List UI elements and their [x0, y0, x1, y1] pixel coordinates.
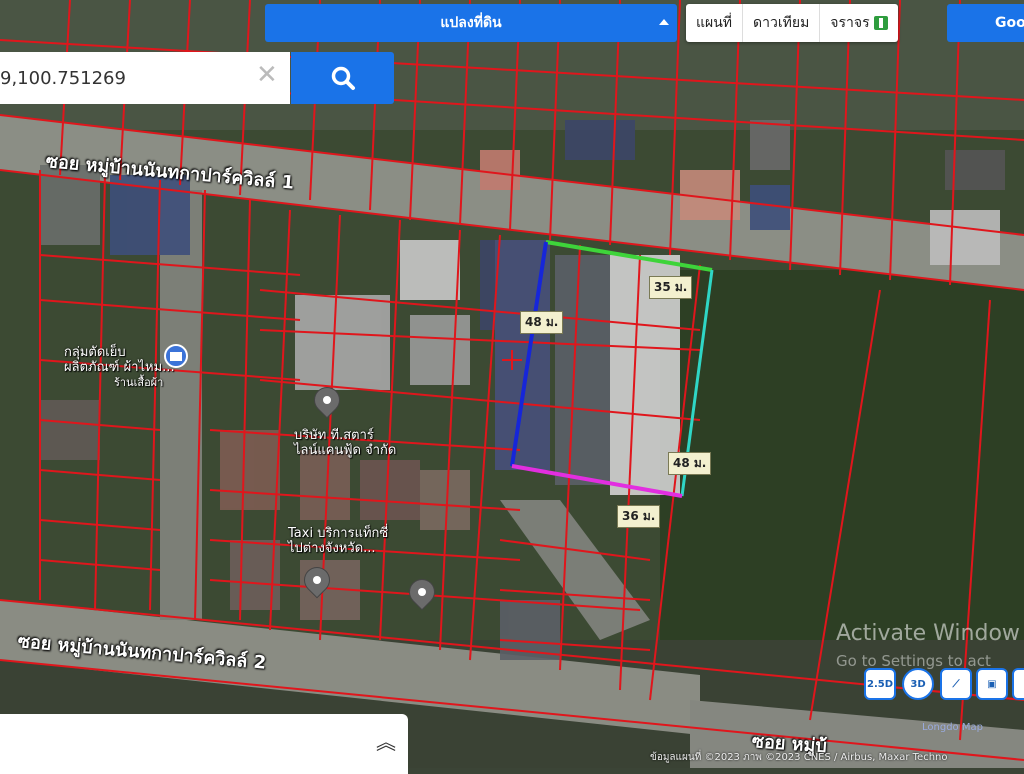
dimension-right: 48 ม. — [668, 452, 711, 475]
parcel-layer-label: แปลงที่ดิน — [440, 12, 501, 34]
ruler-icon: ⟋ — [953, 679, 960, 690]
poi-sewing-line1: กลุ่มตัดเย็บ — [64, 345, 175, 360]
poi-label-company[interactable]: บริษัท ที.สตาร์ ไลน์แคนฟู้ด จำกัด — [294, 428, 396, 458]
activate-windows-title: Activate Window — [836, 621, 1020, 646]
area-icon: ▣ — [987, 679, 996, 690]
map-type-map[interactable]: แผนที่ — [686, 4, 743, 42]
search-button[interactable] — [291, 52, 394, 104]
poi-company-line2: ไลน์แคนฟู้ด จำกัด — [294, 443, 396, 458]
view-3d-button[interactable]: 3D — [902, 668, 934, 700]
search-input[interactable] — [0, 52, 290, 104]
poi-company-line1: บริษัท ที.สตาร์ — [294, 428, 396, 443]
bottom-info-panel[interactable]: ︽ — [0, 714, 408, 774]
traffic-label: จราจร — [830, 12, 869, 34]
map-type-traffic[interactable]: จราจร — [820, 4, 897, 42]
ruler-tool-button[interactable]: ⟋ — [940, 668, 972, 700]
dimension-top: 35 ม. — [649, 276, 692, 299]
clear-icon[interactable]: ✕ — [256, 60, 278, 90]
traffic-icon — [874, 16, 888, 30]
poi-taxi-line1: Taxi บริการแท็กซี่ — [288, 526, 388, 541]
poi-sewing-line2: ผลิตภัณฑ์ ผ้าไหม... — [64, 360, 175, 375]
activate-windows-subtitle: Go to Settings to act — [836, 652, 991, 670]
view-2-5d-button[interactable]: 2.5D — [864, 668, 896, 700]
parcel-layer-dropdown[interactable]: แปลงที่ดิน — [265, 4, 677, 42]
close-tool-button[interactable]: ✕ — [1012, 668, 1024, 700]
chevron-up-icon[interactable]: ︽ — [376, 726, 396, 755]
map-legend-link[interactable]: Longdo Map — [922, 722, 983, 733]
dimension-left: 48 ม. — [520, 311, 563, 334]
map-type-selector: แผนที่ ดาวเทียม จราจร — [686, 4, 898, 42]
poi-sewing-line3: ร้านเสื้อผ้า — [64, 375, 175, 390]
search-icon — [330, 65, 356, 91]
google-button[interactable]: Goo — [947, 4, 1024, 42]
dimension-bottom: 36 ม. — [617, 505, 660, 528]
caret-up-icon — [659, 19, 669, 25]
view-2-5d-label: 2.5D — [867, 679, 893, 690]
map-type-satellite[interactable]: ดาวเทียม — [743, 4, 820, 42]
map-copyright: ข้อมูลแผนที่ ©2023 ภาพ ©2023 CNES / Airb… — [650, 750, 948, 765]
poi-label-sewing[interactable]: กลุ่มตัดเย็บ ผลิตภัณฑ์ ผ้าไหม... ร้านเสื… — [64, 345, 175, 390]
poi-taxi-line2: ไปต่างจังหวัด... — [288, 541, 388, 556]
area-tool-button[interactable]: ▣ — [976, 668, 1008, 700]
view-3d-label: 3D — [910, 679, 925, 690]
poi-label-taxi[interactable]: Taxi บริการแท็กซี่ ไปต่างจังหวัด... — [288, 526, 388, 556]
